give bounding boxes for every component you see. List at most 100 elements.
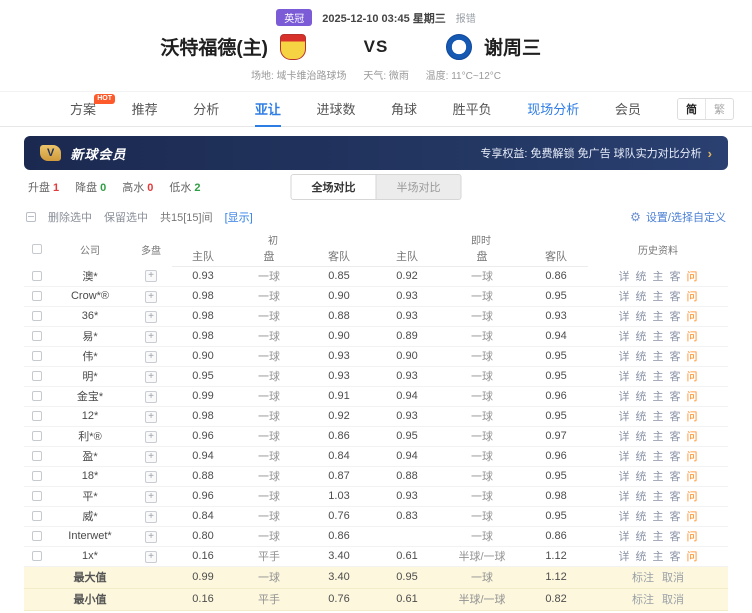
ask-link[interactable]: 问 [687, 291, 698, 303]
history-link-客[interactable]: 客 [670, 451, 681, 463]
ask-link[interactable]: 问 [687, 331, 698, 343]
row-checkbox[interactable] [32, 371, 42, 381]
row-checkbox[interactable] [32, 331, 42, 341]
row-checkbox[interactable] [32, 471, 42, 481]
history-link-详[interactable]: 详 [619, 331, 630, 343]
nav-tab-胜平负[interactable]: 胜平负 [453, 92, 492, 127]
expand-odds-button[interactable]: + [145, 270, 157, 282]
history-link-主[interactable]: 主 [653, 451, 664, 463]
history-link-详[interactable]: 详 [619, 291, 630, 303]
lang-simplified-button[interactable]: 简 [678, 99, 705, 119]
company-name[interactable]: 利*® [50, 426, 130, 446]
company-name[interactable]: 12* [50, 406, 130, 426]
history-link-客[interactable]: 客 [670, 331, 681, 343]
history-link-客[interactable]: 客 [670, 311, 681, 323]
history-link-统[interactable]: 统 [636, 471, 647, 483]
half-match-tab[interactable]: 半场对比 [377, 174, 462, 200]
history-link-统[interactable]: 统 [636, 391, 647, 403]
ask-link[interactable]: 问 [687, 491, 698, 503]
company-name[interactable]: 盈* [50, 446, 130, 466]
ask-link[interactable]: 问 [687, 451, 698, 463]
report-error-link[interactable]: 报错 [456, 10, 476, 25]
settings-button[interactable]: ⚙ 设置/选择自定义 [630, 209, 726, 225]
keep-selected-button[interactable]: 保留选中 [104, 209, 148, 225]
show-link[interactable]: [显示] [225, 209, 253, 225]
row-checkbox[interactable] [32, 411, 42, 421]
expand-odds-button[interactable]: + [145, 471, 157, 483]
history-link-主[interactable]: 主 [653, 511, 664, 523]
row-checkbox[interactable] [32, 491, 42, 501]
history-link-详[interactable]: 详 [619, 351, 630, 363]
history-link-主[interactable]: 主 [653, 411, 664, 423]
history-link-详[interactable]: 详 [619, 531, 630, 543]
history-link-统[interactable]: 统 [636, 411, 647, 423]
history-link-详[interactable]: 详 [619, 371, 630, 383]
history-link-客[interactable]: 客 [670, 391, 681, 403]
row-checkbox[interactable] [32, 511, 42, 521]
history-link-主[interactable]: 主 [653, 311, 664, 323]
expand-odds-button[interactable]: + [145, 371, 157, 383]
history-link-统[interactable]: 统 [636, 551, 647, 563]
history-link-详[interactable]: 详 [619, 431, 630, 443]
vip-banner[interactable]: V 新球会员 专享权益: 免费解锁 免广告 球队实力对比分析 › [24, 136, 728, 170]
company-name[interactable]: Crow*® [50, 286, 130, 306]
company-name[interactable]: 澳* [50, 266, 130, 286]
history-link-统[interactable]: 统 [636, 351, 647, 363]
expand-odds-button[interactable]: + [145, 311, 157, 323]
row-checkbox[interactable] [32, 271, 42, 281]
history-link-统[interactable]: 统 [636, 311, 647, 323]
company-name[interactable]: 金宝* [50, 386, 130, 406]
summary-link-取消[interactable]: 取消 [662, 572, 684, 584]
history-link-详[interactable]: 详 [619, 551, 630, 563]
nav-tab-角球[interactable]: 角球 [391, 92, 417, 127]
full-match-tab[interactable]: 全场对比 [291, 174, 377, 200]
history-link-统[interactable]: 统 [636, 431, 647, 443]
history-link-统[interactable]: 统 [636, 511, 647, 523]
expand-odds-button[interactable]: + [145, 291, 157, 303]
company-name[interactable]: 易* [50, 326, 130, 346]
history-link-客[interactable]: 客 [670, 291, 681, 303]
ask-link[interactable]: 问 [687, 511, 698, 523]
expand-odds-button[interactable]: + [145, 391, 157, 403]
row-checkbox[interactable] [32, 551, 42, 561]
history-link-客[interactable]: 客 [670, 471, 681, 483]
history-link-详[interactable]: 详 [619, 471, 630, 483]
history-link-详[interactable]: 详 [619, 451, 630, 463]
nav-tab-现场分析[interactable]: 现场分析 [527, 92, 579, 127]
history-link-统[interactable]: 统 [636, 451, 647, 463]
row-checkbox[interactable] [32, 351, 42, 361]
company-name[interactable]: 伟* [50, 346, 130, 366]
history-link-客[interactable]: 客 [670, 411, 681, 423]
ask-link[interactable]: 问 [687, 271, 698, 283]
history-link-客[interactable]: 客 [670, 511, 681, 523]
nav-tab-分析[interactable]: 分析 [193, 92, 219, 127]
history-link-客[interactable]: 客 [670, 531, 681, 543]
history-link-客[interactable]: 客 [670, 551, 681, 563]
history-link-详[interactable]: 详 [619, 271, 630, 283]
summary-link-标注[interactable]: 标注 [632, 594, 654, 606]
select-all-checkbox[interactable] [32, 244, 42, 254]
expand-odds-button[interactable]: + [145, 491, 157, 503]
nav-tab-推荐[interactable]: 推荐 [132, 92, 158, 127]
company-name[interactable]: 平* [50, 486, 130, 506]
ask-link[interactable]: 问 [687, 311, 698, 323]
history-link-详[interactable]: 详 [619, 391, 630, 403]
history-link-统[interactable]: 统 [636, 371, 647, 383]
row-checkbox[interactable] [32, 311, 42, 321]
history-link-统[interactable]: 统 [636, 491, 647, 503]
expand-odds-button[interactable]: + [145, 511, 157, 523]
company-name[interactable]: 18* [50, 466, 130, 486]
history-link-客[interactable]: 客 [670, 491, 681, 503]
company-name[interactable]: 36* [50, 306, 130, 326]
nav-tab-方案[interactable]: 方案HOT [70, 92, 96, 127]
history-link-统[interactable]: 统 [636, 531, 647, 543]
row-checkbox[interactable] [32, 391, 42, 401]
ask-link[interactable]: 问 [687, 471, 698, 483]
vip-banner-right[interactable]: 专享权益: 免费解锁 免广告 球队实力对比分析 › [480, 145, 712, 161]
history-link-主[interactable]: 主 [653, 271, 664, 283]
history-link-主[interactable]: 主 [653, 551, 664, 563]
ask-link[interactable]: 问 [687, 391, 698, 403]
history-link-客[interactable]: 客 [670, 351, 681, 363]
history-link-客[interactable]: 客 [670, 371, 681, 383]
history-link-详[interactable]: 详 [619, 411, 630, 423]
